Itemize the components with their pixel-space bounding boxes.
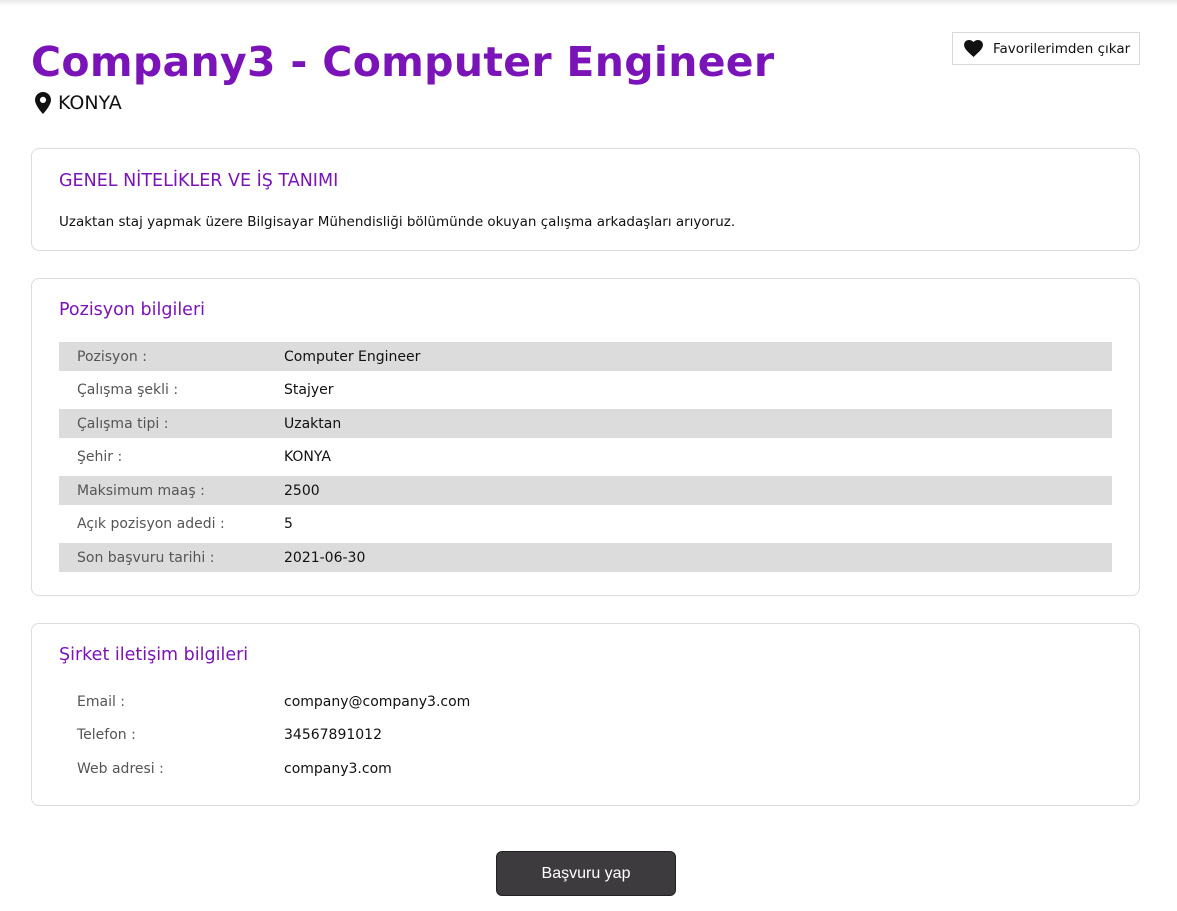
qualifications-card: GENEL NİTELİKLER VE İŞ TANIMI Uzaktan st… <box>31 148 1140 251</box>
position-card: Pozisyon bilgileri Pozisyon : Computer E… <box>31 278 1140 596</box>
contact-row: Telefon : 34567891012 <box>59 719 1112 753</box>
row-value: Uzaktan <box>284 415 342 432</box>
row-label: Açık pozisyon adedi : <box>77 516 225 533</box>
qualifications-description: Uzaktan staj yapmak üzere Bilgisayar Müh… <box>59 214 736 230</box>
row-label: Son başvuru tarihi : <box>77 549 215 566</box>
row-value: 2021-06-30 <box>284 549 366 566</box>
row-label: Web adresi : <box>77 760 164 777</box>
row-value: 5 <box>284 516 293 533</box>
email-value: company@company3.com <box>284 693 471 710</box>
qualifications-title: GENEL NİTELİKLER VE İŞ TANIMI <box>59 171 339 191</box>
row-value: 2500 <box>284 482 320 499</box>
position-row: Maksimum maaş : 2500 <box>59 476 1112 505</box>
remove-favorite-button[interactable]: Favorilerimden çıkar <box>952 32 1140 65</box>
location-text: KONYA <box>58 92 122 114</box>
row-value: Computer Engineer <box>284 348 421 365</box>
row-label: Pozisyon : <box>77 348 147 365</box>
row-label: Çalışma şekli : <box>77 382 179 399</box>
position-table: Pozisyon : Computer Engineer Çalışma şek… <box>59 340 1112 575</box>
row-value: KONYA <box>284 449 331 466</box>
position-row: Açık pozisyon adedi : 5 <box>59 508 1112 542</box>
contact-row: Email : company@company3.com <box>59 685 1112 719</box>
position-title: Pozisyon bilgileri <box>59 300 206 320</box>
remove-favorite-label: Favorilerimden çıkar <box>993 40 1131 57</box>
position-row: Çalışma şekli : Stajyer <box>59 374 1112 408</box>
page-title: Company3 - Computer Engineer <box>31 38 775 86</box>
row-label: Şehir : <box>77 449 123 466</box>
phone-value: 34567891012 <box>284 727 382 744</box>
position-row: Çalışma tipi : Uzaktan <box>59 409 1112 438</box>
map-pin-icon <box>35 92 51 114</box>
contact-card: Şirket iletişim bilgileri Email : compan… <box>31 623 1140 806</box>
position-row: Pozisyon : Computer Engineer <box>59 342 1112 371</box>
top-shadow <box>0 0 1177 6</box>
row-label: Maksimum maaş : <box>77 482 205 499</box>
row-value: Stajyer <box>284 382 334 399</box>
contact-table: Email : company@company3.com Telefon : 3… <box>59 685 1112 786</box>
contact-row: Web adresi : company3.com <box>59 752 1112 786</box>
position-row: Son başvuru tarihi : 2021-06-30 <box>59 543 1112 572</box>
contact-title: Şirket iletişim bilgileri <box>59 645 249 665</box>
row-label: Email : <box>77 693 126 710</box>
job-location: KONYA <box>35 92 122 114</box>
apply-button[interactable]: Başvuru yap <box>496 851 676 896</box>
position-row: Şehir : KONYA <box>59 441 1112 475</box>
row-label: Telefon : <box>77 727 136 744</box>
website-value: company3.com <box>284 760 392 777</box>
heart-icon <box>964 40 983 57</box>
row-label: Çalışma tipi : <box>77 415 169 432</box>
